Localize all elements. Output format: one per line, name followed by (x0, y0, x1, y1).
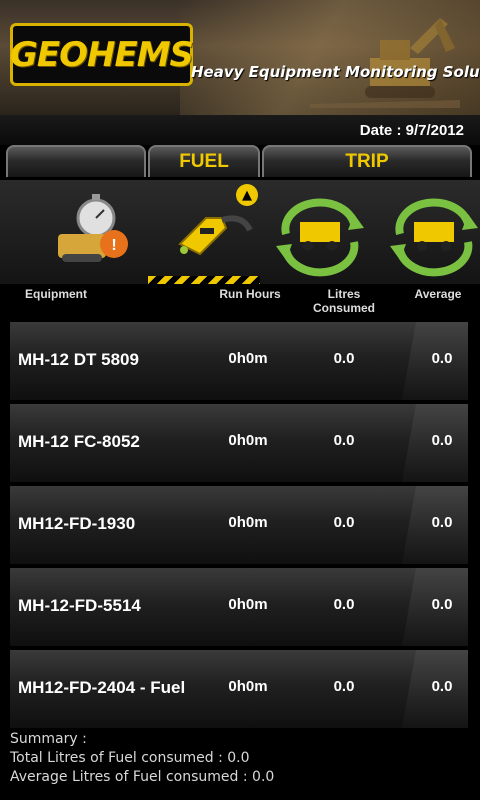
trip-truck-icon[interactable] (270, 184, 370, 280)
litres-value: 0.0 (333, 350, 355, 367)
tab-bar: FUEL TRIP (0, 145, 480, 181)
svg-text:!: ! (111, 237, 116, 254)
run-hours-value: 0h0m (228, 678, 268, 695)
table-row[interactable]: MH12-FD-1930 0h0m 0.0 0.0 (10, 486, 468, 564)
average-value: 0.0 (431, 678, 453, 695)
selected-tab-hazard-stripe (148, 276, 260, 284)
equipment-name: MH-12 FC-8052 (18, 432, 140, 451)
litres-value: 0.0 (333, 432, 355, 449)
trip-truck-report-icon[interactable] (384, 184, 480, 280)
summary-average-litres: Average Litres of Fuel consumed : 0.0 (10, 769, 275, 785)
equipment-table: MH-12 DT 5809 0h0m 0.0 0.0 MH-12 FC-8052… (10, 322, 468, 728)
table-header: Equipment Run Hours Litres Consumed Avera… (0, 284, 480, 322)
column-header-average: Average (414, 287, 462, 301)
average-value: 0.0 (431, 350, 453, 367)
column-header-litres-line1: Litres (327, 287, 361, 301)
summary-total-litres: Total Litres of Fuel consumed : 0.0 (10, 750, 250, 766)
table-row[interactable]: MH-12 DT 5809 0h0m 0.0 0.0 (10, 322, 468, 400)
summary-section: Summary : Total Litres of Fuel consumed … (10, 730, 274, 787)
average-value: 0.0 (431, 514, 453, 531)
tab-label: FUEL (179, 151, 229, 172)
excavator-image (310, 18, 460, 108)
logo-text: GEOHEMS (9, 34, 194, 75)
table-row[interactable]: MH-12 FC-8052 0h0m 0.0 0.0 (10, 404, 468, 482)
run-hours-value: 0h0m (228, 432, 268, 449)
column-header-run-hours: Run Hours (219, 287, 281, 301)
tab-alerts[interactable] (6, 145, 146, 177)
column-header-equipment: Equipment (25, 287, 87, 301)
equipment-name: MH-12-FD-5514 (18, 596, 141, 615)
alert-stopwatch-icon[interactable]: ! (48, 184, 148, 280)
table-row[interactable]: MH12-FD-2404 - Fuel 0h0m 0.0 0.0 (10, 650, 468, 728)
average-value: 0.0 (431, 432, 453, 449)
app-header: GEOHEMS Heavy Equipment Monitoring Solut… (0, 0, 480, 115)
date-label: Date : 9/7/2012 (359, 122, 464, 139)
app-tagline: Heavy Equipment Monitoring Solution (191, 63, 480, 81)
litres-value: 0.0 (333, 514, 355, 531)
column-header-litres-line2: Consumed (312, 301, 375, 315)
run-hours-value: 0h0m (228, 350, 268, 367)
chevron-up-icon[interactable]: ▲ (236, 184, 258, 206)
column-header-litres: Litres Consumed (302, 287, 386, 315)
run-hours-value: 0h0m (228, 514, 268, 531)
equipment-name: MH12-FD-2404 - Fuel (18, 678, 186, 697)
equipment-name: MH-12 DT 5809 (18, 350, 139, 369)
litres-value: 0.0 (333, 596, 355, 613)
table-row[interactable]: MH-12-FD-5514 0h0m 0.0 0.0 (10, 568, 468, 646)
geohems-logo: GEOHEMS (9, 23, 194, 86)
tab-trip[interactable]: TRIP (262, 145, 472, 177)
tab-label: TRIP (345, 151, 389, 172)
litres-value: 0.0 (333, 678, 355, 695)
tab-fuel[interactable]: FUEL (148, 145, 260, 177)
date-bar: Date : 9/7/2012 (0, 115, 480, 145)
run-hours-value: 0h0m (228, 596, 268, 613)
summary-title: Summary : (10, 731, 87, 747)
equipment-name: MH12-FD-1930 (18, 514, 136, 533)
average-value: 0.0 (431, 596, 453, 613)
